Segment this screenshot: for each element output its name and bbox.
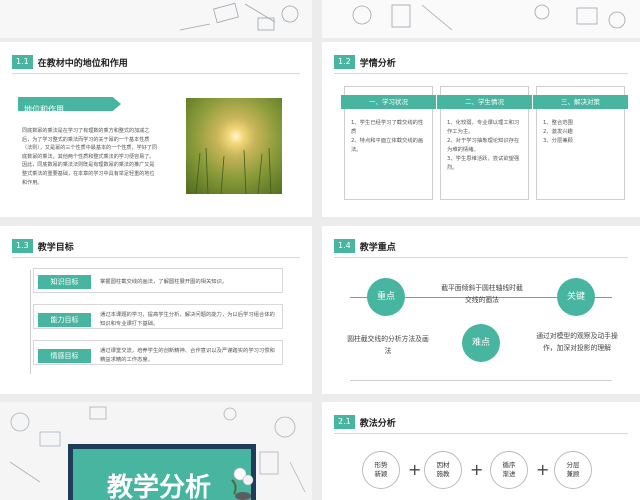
wheat-field-image [186,98,282,195]
section-title: 教学目标 [37,242,74,253]
goal-text-3: 通过课堂交流，培养学生的创新精神、合作意识以及严谨踏实的学习习惯和精益求精的工作… [100,348,275,363]
column-body: 1、化较弱，专业课以理工和习作工为主。 2、对于学习抽象理论知识存在为难的情绪。… [447,120,520,171]
column-title: 三、解决对策 [533,95,628,109]
slide-header: 1.4 教学重点 [334,239,396,253]
flower-icon [231,467,254,500]
difficulty-circle: 难点 [462,324,500,362]
top-right-slide-fragment [322,0,640,38]
slide-header: 1.1 在教材中的地位和作用 [12,55,128,69]
slide-analysis-cover: 教学分析 [0,402,312,500]
top-left-slide-fragment [0,0,312,38]
key-left-text: 圆柱截交线的分析方法及画法 [347,335,429,355]
section-number: 1.2 [334,55,355,69]
section-title: 教学重点 [359,242,396,253]
divider [334,73,628,74]
method-circle-4: 分层 兼顾 [554,451,592,489]
cover-title: 教学分析 [107,473,212,500]
goal-label-1: 知识目标 [38,275,91,289]
divider [334,433,628,434]
section-title: 在教材中的地位和作用 [37,58,128,69]
slide-header: 2.1 教法分析 [334,415,396,429]
column-title: 二、学生情况 [437,95,532,109]
key-right-text: 通过对模型的观察及动手操作，加深对投影的理解 [536,332,618,352]
plus-icon: + [408,460,422,479]
method-circle-1: 形势 新颖 [362,451,400,489]
role-body-text: 同底数幂的乘法是在学习了有理数的乘方和整式的加减之后，为了学习整式的乘法而学习的… [22,128,157,186]
plus-icon: + [470,460,484,479]
goal-text-1: 掌握圆柱截交线的画法，了解圆柱展开图的相关知识。 [100,279,228,285]
method-circle-3: 循序 渐进 [490,451,528,489]
key-center-text: 截平面倾斜于圆柱轴线时截交线的画法 [441,284,523,304]
method-label: 分层 兼顾 [566,461,580,478]
wheat-stalks [195,147,272,195]
divider [12,73,300,74]
slide-header: 1.3 教学目标 [12,239,74,253]
section-number: 2.1 [334,415,355,429]
column-body: 1、整合范围 2、激发兴趣 3、分层兼顾 [543,120,573,144]
slide-header: 1.2 学情分析 [334,55,396,69]
method-circle-2: 因材 施教 [424,451,462,489]
analysis-column-2: 二、学生情况 1、化较弱，专业课以理工和习作工为主。 2、对于学习抽象理论知识存… [437,86,532,200]
section-number: 1.4 [334,239,355,253]
doodle-decoration [179,2,299,31]
analysis-column-1: 一、学习状况 1、学生已经学习了截交线的性质 2、特点和平面立体截交线的画法。 [341,86,436,200]
key-point-circle: 重点 [367,278,405,316]
critical-point-circle: 关键 [557,278,595,316]
method-label: 循序 渐进 [502,461,516,478]
goal-label-2: 能力目标 [38,313,91,327]
flower-vase-image [228,466,258,500]
connector-line-bottom [350,380,612,381]
column-body: 1、学生已经学习了截交线的性质 2、特点和平面立体截交线的画法。 [351,120,424,153]
goal-label-3: 情感目标 [38,349,91,363]
column-title: 一、学习状况 [341,95,436,109]
section-title: 教法分析 [359,418,396,429]
divider [12,257,300,258]
doodle-decoration [352,4,626,31]
slide-key-points: 1.4 教学重点 [322,226,640,394]
section-number: 1.3 [12,239,33,253]
method-label: 形势 新颖 [374,461,388,478]
analysis-column-3: 三、解决对策 1、整合范围 2、激发兴趣 3、分层兼顾 [533,86,628,200]
divider [334,257,628,258]
section-number: 1.1 [12,55,33,69]
method-label: 因材 施教 [436,461,450,478]
role-tag: 地位和作用 [18,97,121,111]
goal-text-2: 通过本课题的学习，提高学生分析、解决问题的能力，为以后学习组合体的知识和专业课打… [100,312,275,327]
role-tag-label: 地位和作用 [24,105,64,114]
plus-icon: + [536,460,550,479]
slide-position-role: 1.1 在教材中的地位和作用 地位和作用 同底数幂的乘法是在学习了有理数的乘方和… [0,42,312,217]
section-title: 学情分析 [359,58,396,69]
